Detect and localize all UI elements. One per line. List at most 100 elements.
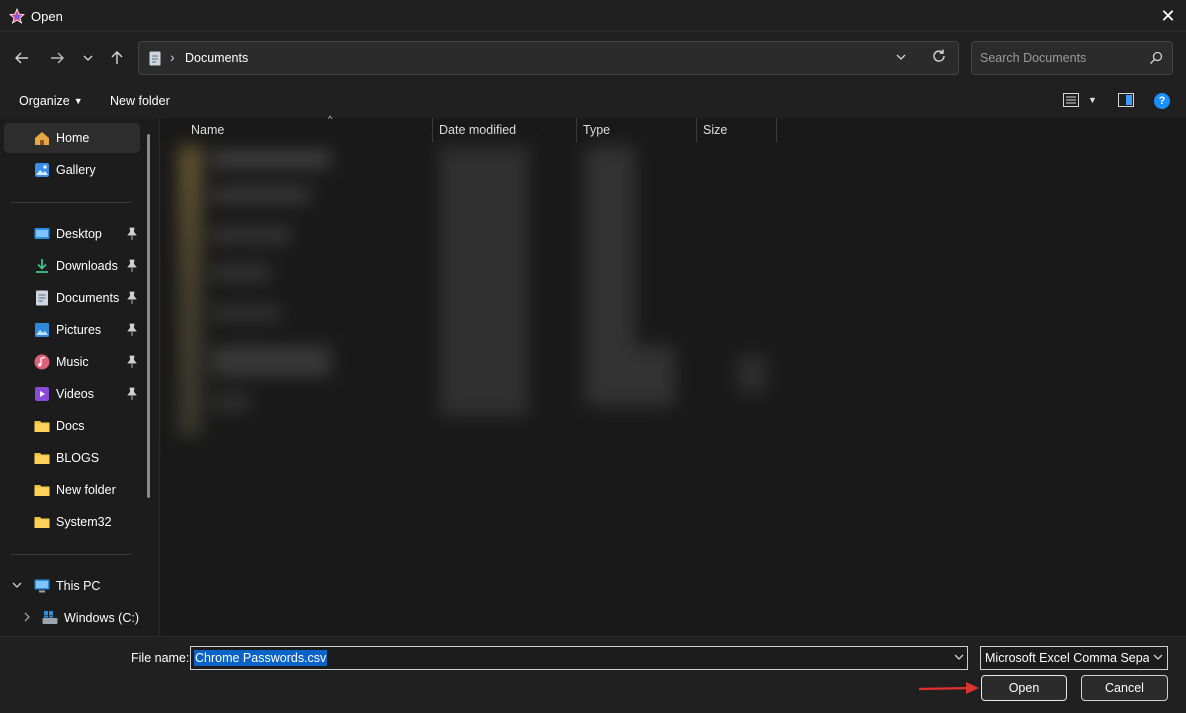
document-icon (149, 51, 161, 66)
close-icon: ✕ (1160, 5, 1176, 26)
arrow-up-icon (111, 51, 123, 64)
breadcrumb-separator: › (170, 49, 175, 65)
address-history-chevron-icon[interactable] (895, 51, 907, 63)
organize-button[interactable]: Organize ▼ (19, 94, 83, 108)
window-title: Open (31, 9, 63, 24)
pin-icon (127, 387, 137, 400)
folder-icon (34, 517, 50, 528)
arrow-right-icon (51, 52, 64, 64)
sidebar-item-label: Documents (56, 291, 120, 305)
pin-icon (127, 259, 137, 272)
sidebar-item-label: New folder (56, 483, 116, 497)
sidebar-item-label: Music (56, 355, 89, 369)
sidebar-item-desktop[interactable]: Desktop (4, 219, 140, 249)
pin-icon (127, 291, 137, 304)
column-header-name[interactable]: Name ^ (185, 114, 433, 142)
expand-chevron-right-icon[interactable] (22, 612, 32, 622)
dialog-footer: File name: Chrome Passwords.csv Microsof… (0, 636, 1186, 713)
sidebar-item-videos[interactable]: Videos (4, 379, 140, 409)
sidebar-item-home[interactable]: Home (4, 123, 140, 153)
breadcrumb-documents[interactable]: Documents (185, 51, 248, 65)
sidebar-item-new-folder[interactable]: New folder (4, 475, 140, 505)
column-header-label: Type (583, 123, 611, 137)
home-icon (35, 132, 49, 145)
pictures-icon (35, 323, 49, 337)
sidebar-item-label: Videos (56, 387, 94, 401)
column-header-label: Date modified (439, 123, 517, 137)
refresh-icon[interactable] (931, 48, 947, 64)
sidebar-scrollbar[interactable] (147, 134, 150, 498)
file-type-select[interactable]: Microsoft Excel Comma Separated Values F… (980, 646, 1168, 670)
sidebar-item-this-pc[interactable]: This PC (4, 571, 140, 601)
command-bar: Organize ▼ New folder ▼ ? (0, 84, 1186, 118)
sidebar-divider (11, 202, 132, 203)
preview-pane-icon[interactable] (1118, 93, 1134, 107)
sidebar-item-label: BLOGS (56, 451, 100, 465)
column-header-type[interactable]: Type (577, 118, 696, 142)
sidebar-item-downloads[interactable]: Downloads (4, 251, 140, 281)
sidebar-item-gallery[interactable]: Gallery (4, 155, 140, 185)
new-folder-button[interactable]: New folder (110, 94, 170, 108)
search-box[interactable]: Search Documents (971, 41, 1173, 75)
folder-icon (34, 421, 50, 432)
organize-label: Organize (19, 94, 70, 108)
computer-icon (34, 579, 50, 593)
view-options-caret-icon[interactable]: ▼ (1088, 95, 1097, 105)
close-button[interactable]: ✕ (1150, 0, 1186, 32)
file-list: Name ^ Date modified Type Size (161, 114, 1186, 636)
sidebar-item-label: System32 (56, 515, 112, 529)
sidebar-item-music[interactable]: Music (4, 347, 140, 377)
app-icon (9, 8, 25, 24)
sidebar-item-label: Pictures (56, 323, 102, 337)
sidebar-item-system32[interactable]: System32 (4, 507, 140, 537)
sidebar-item-label: Docs (56, 419, 85, 433)
download-icon (36, 259, 48, 273)
sidebar-item-pictures[interactable]: Pictures (4, 315, 140, 345)
file-name-label: File name: (131, 651, 190, 665)
file-name-input[interactable]: Chrome Passwords.csv (190, 646, 968, 670)
sidebar-item-windows-c[interactable]: Windows (C:) (4, 603, 144, 633)
sidebar-divider (11, 554, 132, 555)
view-details-icon[interactable] (1063, 93, 1079, 107)
navigation-bar: › Documents Search Documents (0, 32, 1186, 84)
column-header-date-modified[interactable]: Date modified (433, 118, 576, 142)
arrow-left-icon (15, 52, 28, 64)
desktop-icon (34, 228, 50, 239)
gallery-icon (35, 163, 49, 177)
blurred-types (581, 146, 681, 416)
sidebar-item-label: Gallery (56, 163, 96, 177)
column-header-label: Name (191, 123, 225, 137)
search-icon (1150, 51, 1163, 64)
help-icon[interactable]: ? (1154, 93, 1170, 109)
chevron-down-icon (83, 55, 93, 61)
column-header-size[interactable]: Size (697, 118, 776, 142)
cancel-button[interactable]: Cancel (1081, 675, 1168, 701)
file-name-value: Chrome Passwords.csv (194, 650, 328, 666)
red-arrow-annotation-icon (918, 682, 979, 694)
open-button[interactable]: Open (981, 675, 1067, 701)
recent-locations-button[interactable] (76, 46, 100, 70)
pin-icon (127, 355, 137, 368)
file-type-value: Microsoft Excel Comma Separated Values F… (985, 651, 1149, 665)
forward-button[interactable] (45, 46, 69, 70)
blurred-file-names (179, 146, 339, 436)
expand-chevron-down-icon[interactable] (12, 580, 22, 590)
pin-icon (127, 227, 137, 240)
sidebar-item-blogs[interactable]: BLOGS (4, 443, 140, 473)
up-button[interactable] (105, 46, 129, 70)
sidebar-item-label: This PC (56, 579, 101, 593)
music-icon (34, 354, 50, 370)
chevron-down-icon (1153, 654, 1163, 660)
address-bar[interactable]: › Documents (138, 41, 959, 75)
column-separator[interactable] (776, 118, 777, 142)
sidebar-item-label: Downloads (56, 259, 118, 273)
folder-icon (34, 453, 50, 464)
back-button[interactable] (10, 46, 34, 70)
search-placeholder: Search Documents (980, 51, 1087, 65)
sidebar-item-docs[interactable]: Docs (4, 411, 140, 441)
sidebar-item-documents[interactable]: Documents (4, 283, 140, 313)
sidebar-item-label: Home (56, 131, 90, 145)
pin-icon (127, 323, 137, 336)
navigation-pane: Home Gallery Desktop Downloads Documents (0, 118, 160, 636)
file-name-history-chevron-icon[interactable] (953, 651, 965, 663)
